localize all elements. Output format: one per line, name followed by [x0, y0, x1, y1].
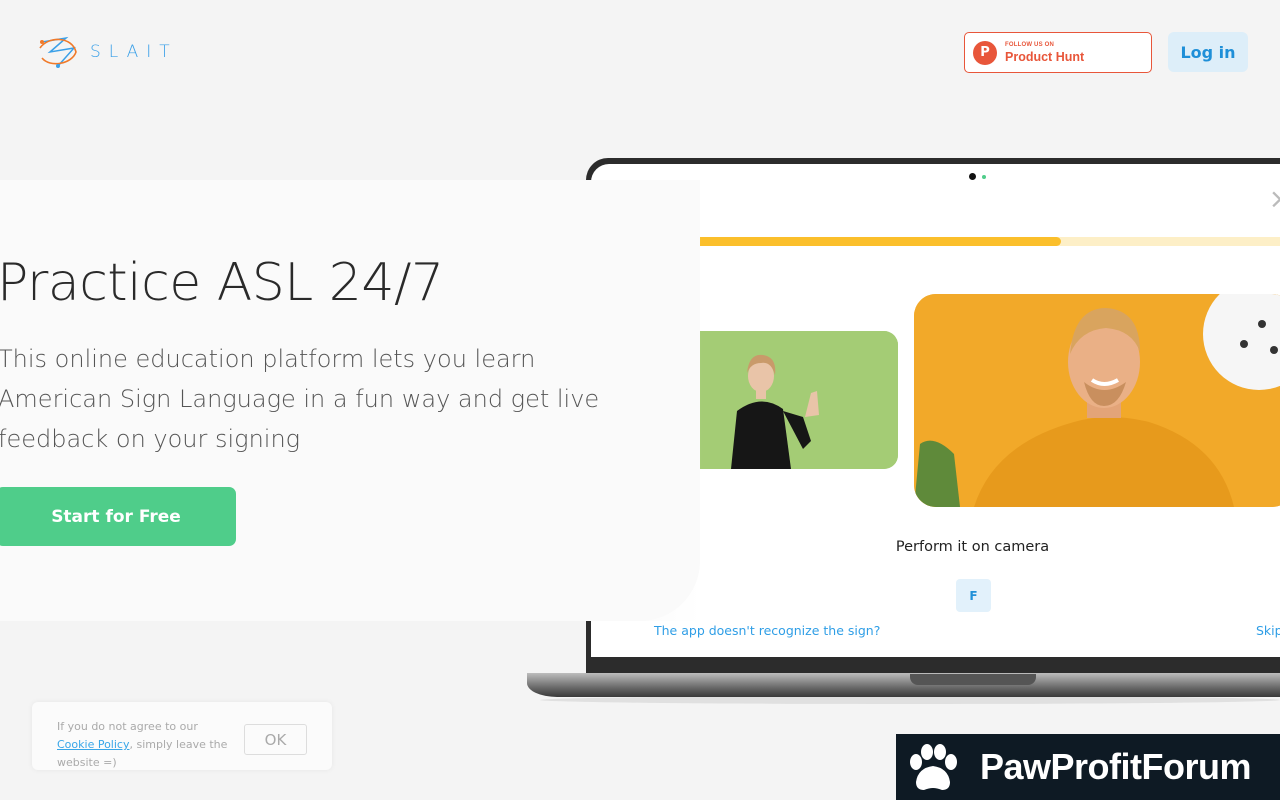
lesson-progress-fill: [651, 237, 1061, 246]
cookie-policy-link[interactable]: Cookie Policy: [57, 738, 129, 751]
carousel-dot[interactable]: [982, 174, 986, 179]
sign-not-recognized-link[interactable]: The app doesn't recognize the sign?: [654, 623, 880, 638]
slait-logo[interactable]: SLAIT: [36, 34, 178, 70]
watermark: PawProfitForum: [896, 734, 1280, 800]
product-hunt-big-text: Product Hunt: [1005, 49, 1085, 64]
laptop-notch: [910, 674, 1036, 685]
carousel-dots: [969, 173, 986, 180]
cookie-text-before: If you do not agree to our: [57, 720, 198, 733]
watermark-text: PawProfitForum: [980, 746, 1252, 787]
user-camera-video: [914, 294, 1280, 507]
product-hunt-button[interactable]: P FOLLOW US ON Product Hunt: [964, 32, 1152, 73]
skip-link[interactable]: Skip: [1256, 623, 1280, 638]
slait-logo-icon: [39, 36, 77, 68]
login-button[interactable]: Log in: [1168, 32, 1248, 72]
logo-wordmark: SLAIT: [90, 42, 178, 62]
sign-letter-badge: F: [956, 579, 991, 612]
cookie-banner: If you do not agree to our Cookie Policy…: [32, 702, 332, 770]
product-hunt-icon: P: [973, 40, 997, 65]
cookie-message: If you do not agree to our Cookie Policy…: [57, 718, 237, 772]
product-hunt-label: FOLLOW US ON Product Hunt: [1005, 42, 1084, 64]
cookie-ok-button[interactable]: OK: [244, 724, 307, 755]
paw-icon: [910, 744, 957, 790]
laptop-shadow: [540, 696, 1280, 704]
hero-title: Practice ASL 24/7: [0, 253, 444, 313]
hero-subtitle: This online education platform lets you …: [0, 345, 600, 453]
user-illustration: [914, 294, 1280, 507]
product-hunt-small-text: FOLLOW US ON: [1005, 41, 1055, 48]
close-icon[interactable]: ×: [1269, 182, 1280, 215]
lesson-progress-bar: [651, 237, 1280, 246]
carousel-dot-active[interactable]: [969, 173, 976, 180]
start-for-free-button[interactable]: Start for Free: [0, 487, 236, 546]
laptop-base: [527, 673, 1280, 697]
